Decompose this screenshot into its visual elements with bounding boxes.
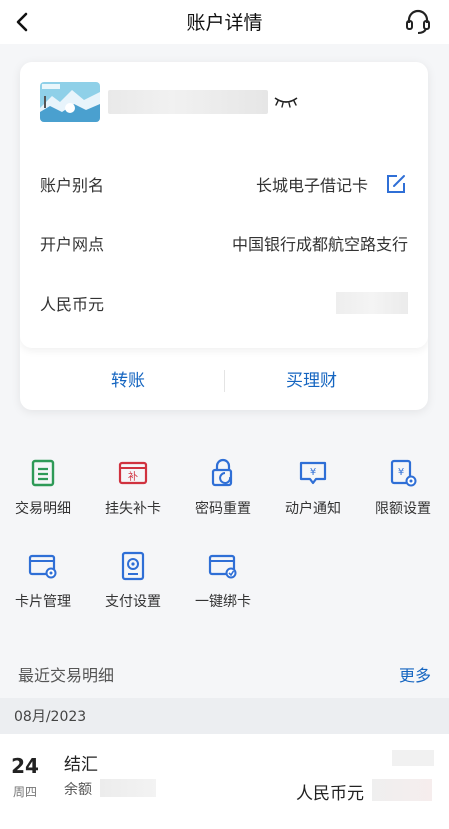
transaction-row[interactable]: 24 周四 结汇 余额 人民币元 <box>0 734 449 829</box>
card-management-icon <box>28 554 57 579</box>
edit-icon <box>387 175 405 193</box>
service-password-reset[interactable]: 密码重置 <box>183 458 263 534</box>
bind-card-icon <box>208 554 237 579</box>
transaction-amount-masked <box>372 779 432 801</box>
top-bar: 账户详情 <box>0 0 449 44</box>
balance-amount-masked <box>100 779 156 797</box>
eye-closed-icon <box>274 97 298 108</box>
service-label: 支付设置 <box>105 594 161 610</box>
transaction-name: 结汇 <box>64 755 98 775</box>
service-label: 挂失补卡 <box>105 501 161 517</box>
branch-value: 中国银行成都航空路支行 <box>231 235 408 254</box>
more-link[interactable]: 更多 <box>399 662 431 686</box>
transaction-detail-masked <box>392 750 434 766</box>
service-label: 动户通知 <box>285 501 341 517</box>
currency-label: 人民币元 <box>40 295 105 314</box>
balance-label: 余额 <box>64 782 92 798</box>
divider <box>224 370 225 392</box>
password-reset-icon <box>211 458 233 487</box>
page-title: 账户详情 <box>186 12 263 34</box>
card-number-masked <box>108 90 268 114</box>
service-card-management[interactable]: 卡片管理 <box>3 551 83 627</box>
bank-card-image <box>40 82 100 122</box>
headset-icon <box>406 9 430 34</box>
card-actions: 转账 买理财 <box>20 348 428 410</box>
transaction-weekday: 周四 <box>12 785 37 799</box>
service-limit-settings[interactable]: ¥ 限额设置 <box>363 458 443 534</box>
month-label: 08月/2023 <box>14 709 87 725</box>
service-report-loss[interactable]: 补 挂失补卡 <box>93 458 173 534</box>
customer-service-button[interactable] <box>403 6 433 36</box>
account-info-panel: 账户别名 长城电子借记卡 开户网点 中国银行成都航空路支行 人民币元 <box>20 62 428 348</box>
account-notify-icon: ¥ <box>299 461 327 485</box>
service-label: 限额设置 <box>375 501 431 517</box>
service-label: 交易明细 <box>15 501 71 517</box>
transaction-currency: 人民币元 <box>296 784 364 804</box>
service-transaction-details[interactable]: 交易明细 <box>3 458 83 534</box>
svg-text:¥: ¥ <box>398 467 404 478</box>
branch-label: 开户网点 <box>40 235 105 254</box>
recent-transactions-header: 最近交易明细 更多 <box>0 652 449 696</box>
payment-settings-icon <box>121 551 145 581</box>
alias-label: 账户别名 <box>40 176 105 195</box>
alias-value: 长城电子借记卡 <box>255 176 368 195</box>
service-payment-settings[interactable]: 支付设置 <box>93 551 173 627</box>
branch-row: 开户网点 中国银行成都航空路支行 <box>40 222 408 262</box>
alias-row: 账户别名 长城电子借记卡 <box>40 163 408 203</box>
service-label: 一键绑卡 <box>195 594 251 610</box>
transaction-day: 24 <box>11 754 39 778</box>
limit-settings-icon: ¥ <box>390 459 417 487</box>
edit-alias-button[interactable] <box>384 172 408 196</box>
toggle-visibility-button[interactable] <box>272 92 300 110</box>
transaction-list-icon <box>31 459 55 487</box>
service-label: 密码重置 <box>195 501 251 517</box>
service-account-notify[interactable]: ¥ 动户通知 <box>273 458 353 534</box>
buy-wealth-button[interactable]: 买理财 <box>286 366 337 391</box>
service-label: 卡片管理 <box>15 594 71 610</box>
report-loss-icon: 补 <box>118 461 148 485</box>
balance-masked <box>336 292 408 314</box>
transfer-button[interactable]: 转账 <box>111 366 145 391</box>
svg-text:补: 补 <box>128 470 138 483</box>
account-card: 账户别名 长城电子借记卡 开户网点 中国银行成都航空路支行 人民币元 转账 买理… <box>20 62 428 410</box>
svg-text:¥: ¥ <box>310 467 316 478</box>
month-header: 08月/2023 <box>0 698 449 734</box>
service-bind-card[interactable]: 一键绑卡 <box>183 551 263 627</box>
balance-row: 人民币元 <box>40 282 408 322</box>
section-title: 最近交易明细 <box>18 666 115 685</box>
